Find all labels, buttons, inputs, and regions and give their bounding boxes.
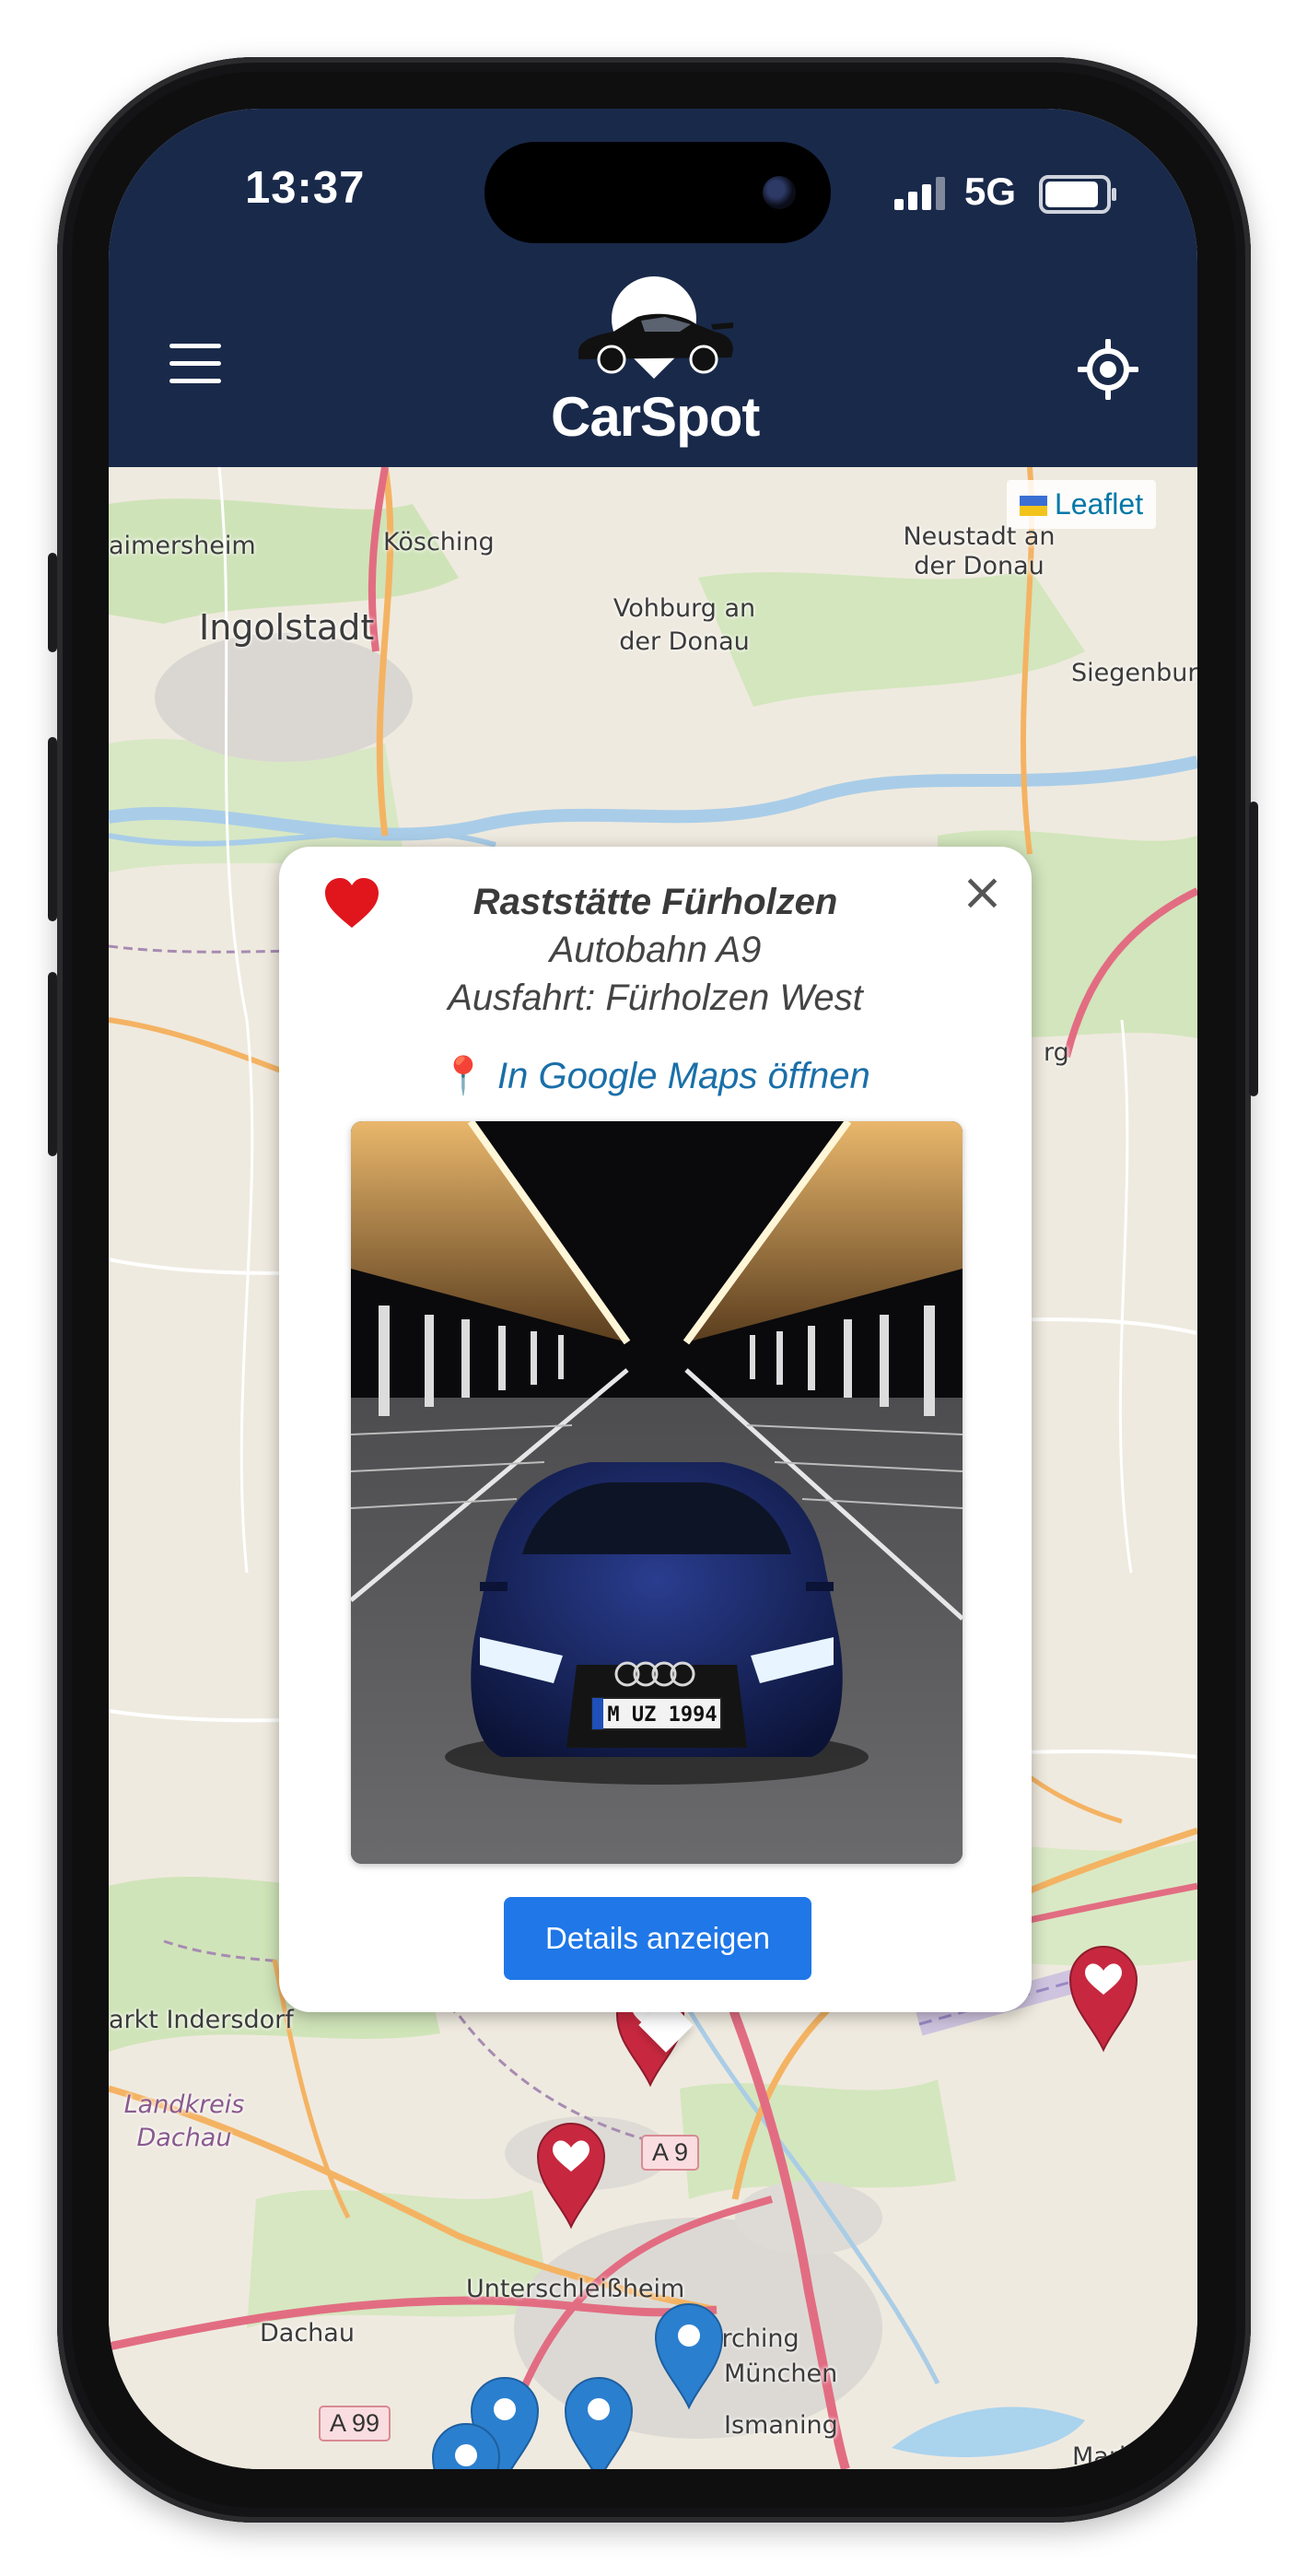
app-header: 13:37 5G CarSpot (109, 109, 1197, 467)
details-button[interactable]: Details anzeigen (504, 1897, 811, 1980)
car-icon (578, 313, 733, 374)
network-label: 5G (964, 170, 1017, 213)
locate-icon[interactable] (1078, 339, 1138, 400)
map-label: Vohburg an der Donau (613, 594, 756, 656)
signal-icon (894, 173, 950, 210)
menu-button[interactable] (169, 344, 221, 384)
map-label: Ingolstadt (199, 607, 375, 648)
map-label: Mark (1072, 2442, 1134, 2469)
license-plate: M UZ 1994 (607, 1704, 717, 1727)
action-button (48, 553, 57, 652)
map-label: rg (1044, 1038, 1069, 1067)
pin-icon: 📍 (440, 1056, 487, 1096)
battery-icon (1039, 175, 1116, 214)
map-label: München (724, 2359, 838, 2388)
dynamic-island (484, 142, 831, 243)
map-label: Neustadt an der Donau (903, 522, 1056, 580)
camera-icon (763, 176, 796, 209)
popup-title: Raststätte Fürholzen (473, 882, 838, 922)
road-shield-a99: A 99 (319, 2406, 391, 2441)
screen: 13:37 5G CarSpot Leaflet aimersheim Kösc… (109, 109, 1197, 2469)
popup-road: Autobahn A9 (549, 930, 762, 970)
map-label: Unterschleißheim (466, 2275, 685, 2303)
favorite-marker[interactable] (534, 2120, 608, 2231)
map-label: Kösching (383, 528, 495, 556)
ukraine-flag-icon (1020, 496, 1047, 516)
map[interactable]: Leaflet aimersheim Kösching Neustadt an … (109, 467, 1197, 2469)
spot-marker[interactable] (652, 2301, 726, 2411)
map-label: Dachau (260, 2319, 355, 2348)
map-label: aimersheim (109, 532, 256, 560)
volume-up-button (48, 737, 57, 921)
spot-marker[interactable] (429, 2420, 503, 2469)
status-time: 13:37 (245, 163, 366, 213)
power-button (1249, 802, 1258, 1096)
google-maps-link[interactable]: 📍 In Google Maps öffnen (279, 1054, 1032, 1097)
spot-photo: M UZ 1994 (351, 1121, 963, 1864)
spot-marker[interactable] (562, 2374, 636, 2469)
spot-popup: × Raststätte Fürholzen Autobahn A9 Ausfa… (279, 847, 1032, 2012)
app-name: CarSpot (551, 386, 760, 448)
map-label: Siegenbur (1071, 659, 1197, 687)
road-shield-a9: A 9 (641, 2135, 700, 2171)
map-label: Ismaning (724, 2411, 838, 2440)
map-label: g (109, 2393, 125, 2421)
volume-down-button (48, 972, 57, 1156)
map-label: Landkreis Dachau (123, 2090, 245, 2152)
app-logo: CarSpot (551, 258, 760, 461)
map-label: arkt Indersdorf (109, 2006, 294, 2034)
favorite-marker[interactable] (1067, 1943, 1140, 2054)
popup-exit: Ausfahrt: Fürholzen West (448, 978, 863, 1018)
